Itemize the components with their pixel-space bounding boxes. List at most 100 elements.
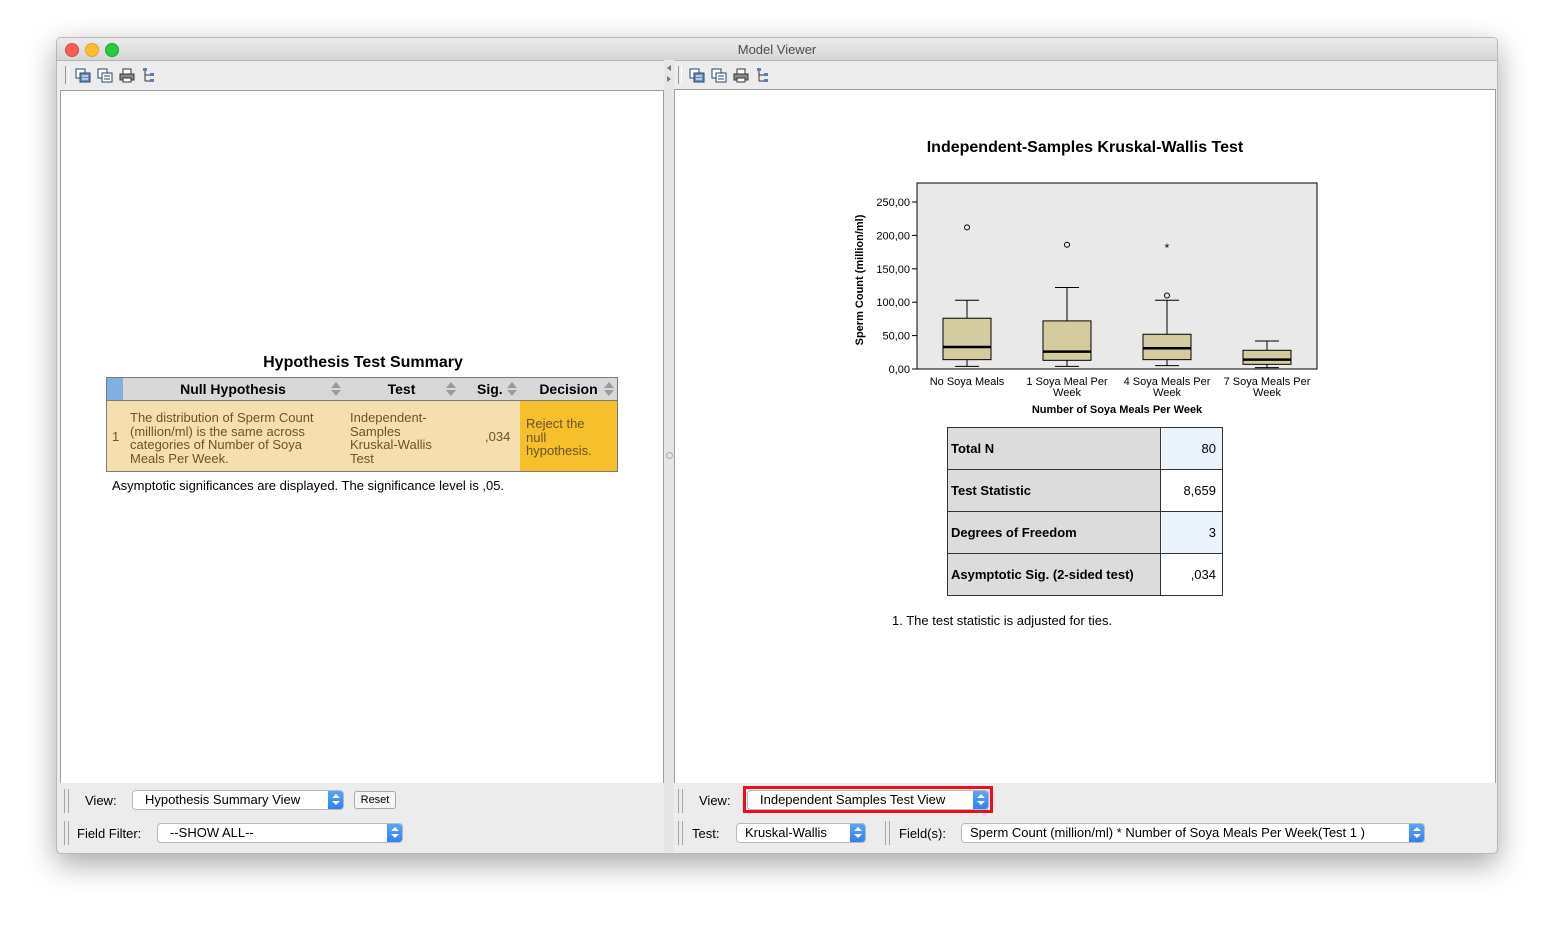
sort-icon[interactable] <box>331 382 341 396</box>
y-tick-label: 150,00 <box>876 264 910 276</box>
text-line: Test <box>350 450 374 466</box>
box <box>1142 333 1192 361</box>
text-line: Kruskal-Wallis <box>350 437 432 452</box>
chevron-updown-icon <box>387 824 402 842</box>
column-header-sig[interactable]: Sig. <box>460 378 520 400</box>
column-header-decision[interactable]: Decision <box>520 378 617 400</box>
x-tick-label: Week <box>1053 387 1081 399</box>
test-select[interactable]: Kruskal-Wallis <box>736 823 866 843</box>
x-tick-label: No Soya Meals <box>930 376 1005 388</box>
text-line: hypothesis. <box>526 443 592 458</box>
controls-grip <box>678 789 683 813</box>
text-line: Reject the <box>526 416 585 431</box>
box <box>1242 349 1292 365</box>
text-line: Samples <box>350 423 401 439</box>
sort-icon[interactable] <box>446 382 456 396</box>
x-axis-label: Number of Soya Meals Per Week <box>1032 404 1203 415</box>
pane-splitter[interactable] <box>664 60 674 853</box>
view-label: View: <box>699 793 731 808</box>
stat-label: Asymptotic Sig. (2-sided test) <box>948 554 1161 595</box>
null-hypothesis-cell: The distribution of Sperm Count (million… <box>130 411 340 465</box>
y-axis-label: Sperm Count (million/ml) <box>854 214 866 345</box>
hypothesis-title: Hypothesis Test Summary <box>263 354 463 371</box>
chart-title: Independent-Samples Kruskal-Wallis Test <box>926 139 1244 156</box>
controls-grip <box>64 821 69 845</box>
text-line: Meals Per Week. <box>130 450 229 466</box>
column-label: Sig. <box>477 381 503 397</box>
model-viewer-window: Model Viewer Hypothesis Test Summary Nul… <box>56 37 1498 854</box>
print-icon[interactable] <box>119 68 135 83</box>
decision-cell: Reject the null hypothesis. <box>526 417 616 458</box>
field-filter-label: Field Filter: <box>77 826 142 841</box>
toolbar-grip[interactable] <box>65 66 69 84</box>
right-toolbar <box>675 62 1495 88</box>
chevron-updown-icon <box>328 791 343 809</box>
stats-footnote: 1. The test statistic is adjusted for ti… <box>892 613 1113 628</box>
reset-button[interactable]: Reset <box>354 791 396 809</box>
right-content-area: Independent-Samples Kruskal-Wallis Test … <box>674 89 1496 784</box>
stat-label: Degrees of Freedom <box>948 512 1161 553</box>
table-row: Asymptotic Sig. (2-sided test) ,034 <box>948 554 1222 595</box>
collapse-arrows-icon[interactable] <box>665 64 673 84</box>
stat-value: 80 <box>1162 428 1222 469</box>
copy-icon[interactable] <box>689 68 705 83</box>
toolbar-grip[interactable] <box>678 66 682 84</box>
view-select[interactable]: Hypothesis Summary View <box>132 790 344 810</box>
field-filter-select[interactable]: --SHOW ALL-- <box>157 823 403 843</box>
x-tick-label: Week <box>1253 387 1281 399</box>
stat-label: Test Statistic <box>948 470 1161 511</box>
left-toolbar <box>61 62 663 88</box>
y-tick-label: 100,00 <box>876 297 910 309</box>
text-line: The distribution of Sperm Count <box>130 410 314 425</box>
right-controls: View: Independent Samples Test View Test… <box>674 783 1496 851</box>
test-label: Test: <box>692 826 720 841</box>
text-line: null <box>526 429 547 445</box>
copy-special-icon[interactable] <box>97 68 113 83</box>
view-select-value: Hypothesis Summary View <box>145 792 301 807</box>
y-tick-label: 0,00 <box>889 364 910 376</box>
chevron-updown-icon <box>973 791 988 809</box>
window-title: Model Viewer <box>737 42 817 57</box>
y-tick-label: 200,00 <box>876 230 910 242</box>
fields-select[interactable]: Sperm Count (million/ml) * Number of Soy… <box>961 823 1425 843</box>
boxplot-chart: 0,00 50,00 100,00 150,00 200,00 250,00 Sperm C… <box>854 182 1318 415</box>
chevron-updown-icon <box>850 824 865 842</box>
fields-label: Field(s): <box>899 826 946 841</box>
stat-value: ,034 <box>1190 567 1216 582</box>
view-select-value: Independent Samples Test View <box>760 792 946 807</box>
box <box>942 317 992 361</box>
stat-label: Total N <box>948 428 1161 469</box>
chevron-updown-icon <box>1409 824 1424 842</box>
controls-grip <box>885 821 890 845</box>
text-line: Independent- <box>350 410 427 425</box>
column-header-test[interactable]: Test <box>343 378 460 400</box>
test-select-value: Kruskal-Wallis <box>745 825 827 840</box>
table-row: Test Statistic 8,659 <box>948 470 1222 512</box>
hypothesis-footnote: Asymptotic significances are displayed. … <box>112 478 505 493</box>
copy-icon[interactable] <box>75 68 91 83</box>
column-label: Decision <box>539 381 598 397</box>
copy-special-icon[interactable] <box>711 68 727 83</box>
view-select[interactable]: Independent Samples Test View <box>747 790 989 810</box>
splitter-handle[interactable] <box>666 452 673 459</box>
sort-icon[interactable] <box>507 382 517 396</box>
fields-select-value: Sperm Count (million/ml) * Number of Soy… <box>970 825 1365 840</box>
sort-icon[interactable] <box>604 382 614 396</box>
x-tick-label: Week <box>1153 387 1181 399</box>
tree-icon[interactable] <box>141 68 157 83</box>
y-tick-label: 250,00 <box>876 197 910 209</box>
row-index: 1 <box>112 429 120 444</box>
box <box>1042 320 1092 361</box>
y-tick-label: 50,00 <box>882 331 910 343</box>
stat-value: 3 <box>1162 512 1222 553</box>
column-label: Null Hypothesis <box>180 381 286 397</box>
print-icon[interactable] <box>733 68 749 83</box>
hypothesis-table: Null Hypothesis Test Sig. Decision 1 The… <box>106 377 618 472</box>
table-row: Total N 80 <box>948 428 1222 470</box>
sig-cell: ,034 <box>485 429 511 444</box>
column-header-null-hypothesis[interactable]: Null Hypothesis <box>123 378 343 400</box>
text-line: categories of Number of Soya <box>130 437 302 452</box>
tree-icon[interactable] <box>755 68 771 83</box>
controls-grip <box>678 821 683 845</box>
left-controls: View: Hypothesis Summary View Reset Fiel… <box>60 783 664 851</box>
